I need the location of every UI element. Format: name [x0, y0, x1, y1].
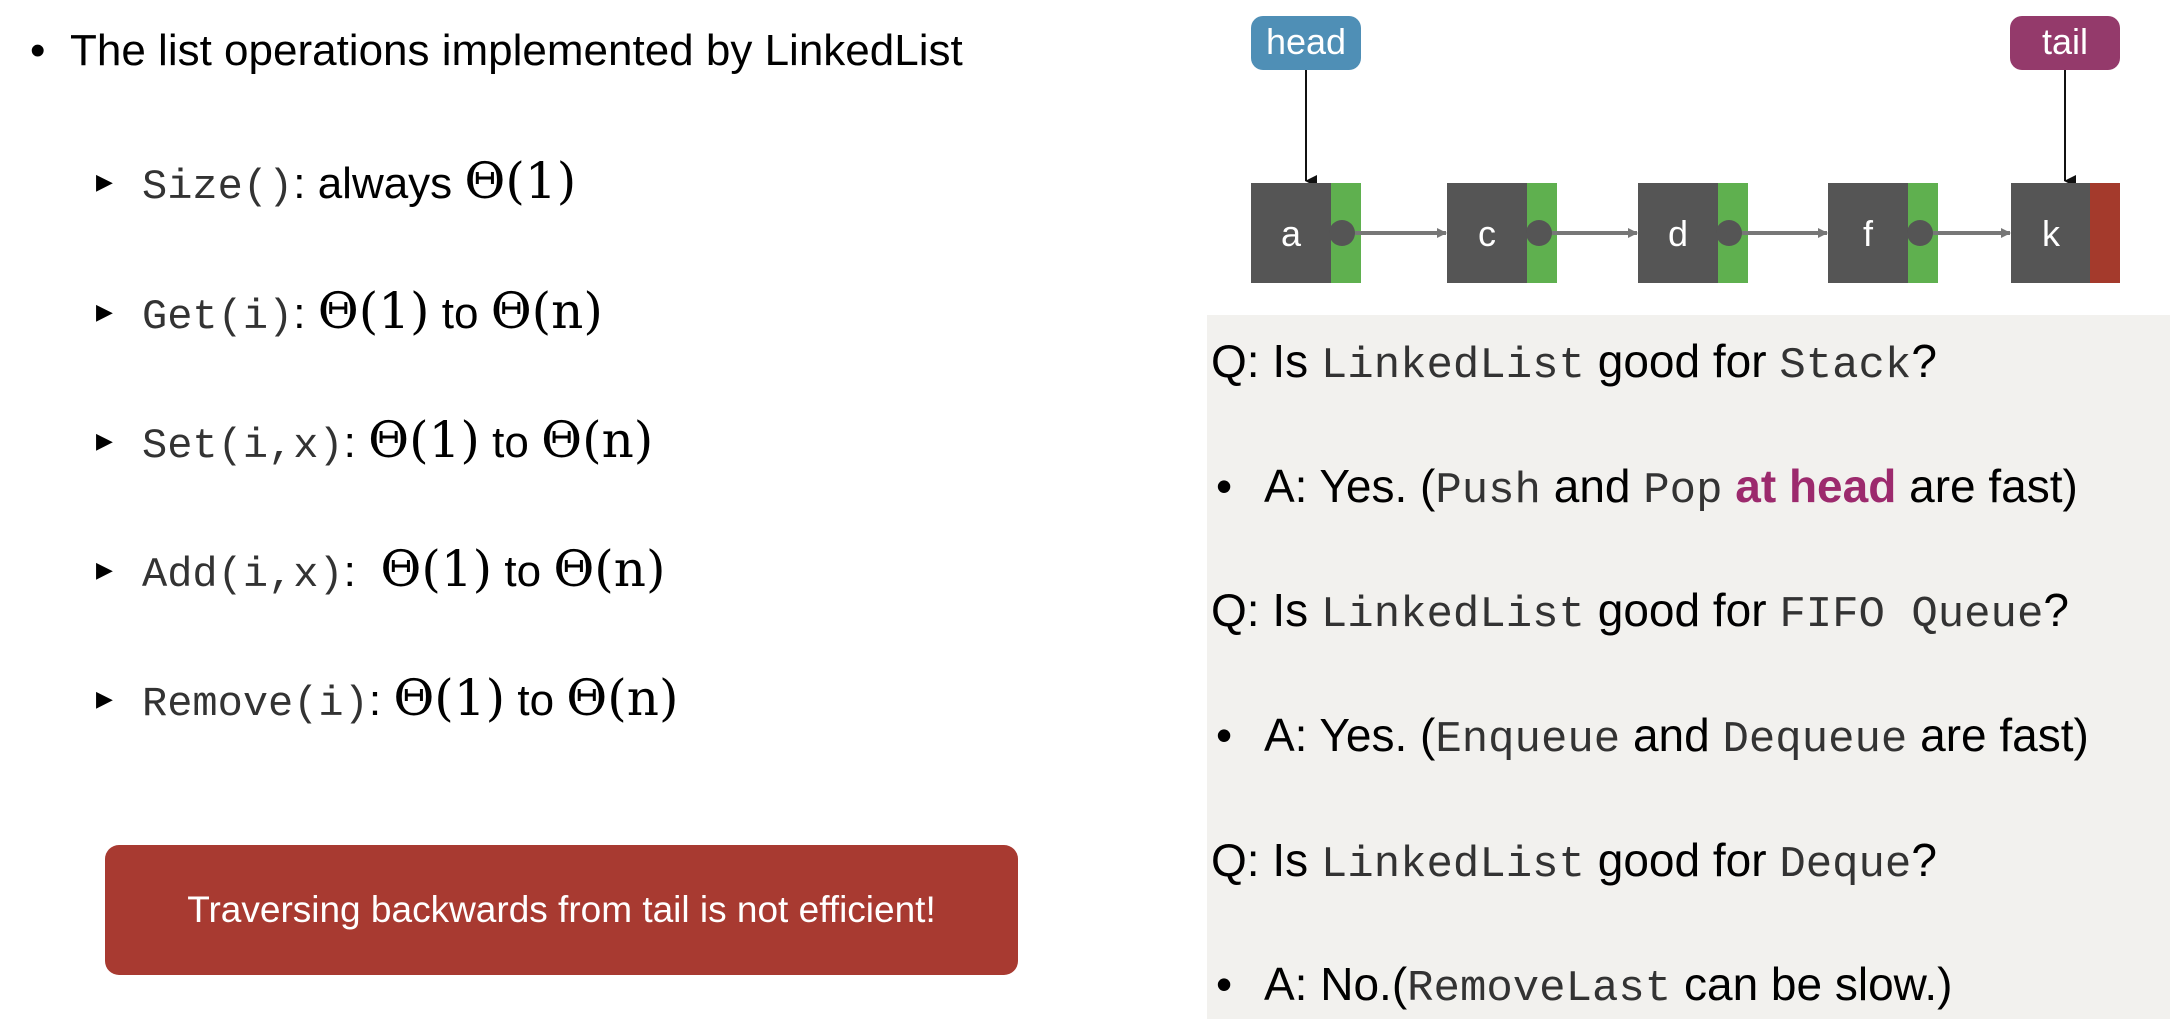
answer-deque: • A: No.(RemoveLast can be slow.) [1216, 958, 1953, 1014]
code-term: Dequeue [1722, 715, 1908, 765]
list-node: f [1828, 183, 1938, 283]
bullet-dot: • [1216, 958, 1233, 1010]
operation-remove: ▶ Remove(i): Θ(1) to Θ(n) [96, 669, 679, 728]
complexity-to: Θ(n) [566, 669, 679, 727]
next-pointer-dot [1329, 220, 1355, 246]
question-fifo-queue: Q: Is LinkedList good for FIFO Queue? [1211, 584, 2069, 640]
head-pointer: head [1251, 16, 1361, 187]
list-node-tail: k [2011, 183, 2120, 283]
next-pointer-dot [1907, 220, 1933, 246]
complexity-from: Θ(1) [393, 669, 506, 727]
bullet-dot: • [30, 26, 46, 75]
triangle-bullet-icon: ▶ [96, 557, 113, 583]
answer-stack: • A: Yes. (Push and Pop at head are fast) [1216, 460, 2078, 516]
node-value: d [1668, 213, 1688, 254]
operation-set: ▶ Set(i,x): Θ(1) to Θ(n) [96, 411, 654, 470]
complexity-from: Θ(1) [380, 540, 493, 598]
bullet-dot: • [1216, 460, 1233, 512]
main-bullet-text: The list operations implemented by Linke… [70, 26, 963, 75]
operation-code: Set(i,x) [142, 422, 344, 470]
callout-text: Traversing backwards from tail is not ef… [187, 889, 936, 930]
complexity-from: Θ(1) [317, 282, 430, 340]
node-null-box [2090, 183, 2120, 283]
operation-code: Remove(i) [142, 680, 369, 728]
operation-code: Add(i,x) [142, 551, 344, 599]
code-term: LinkedList [1320, 590, 1585, 640]
head-label: head [1266, 21, 1346, 62]
tail-label: tail [2042, 21, 2088, 62]
warning-callout: Traversing backwards from tail is not ef… [105, 845, 1018, 975]
list-node: c [1447, 183, 1557, 283]
complexity-from: Θ(1) [464, 152, 577, 210]
code-term: Stack [1779, 341, 1912, 391]
operation-size: ▶ Size(): always Θ(1) [96, 152, 577, 211]
linked-list-diagram: head tail a c d f k [1251, 16, 2120, 283]
triangle-bullet-icon: ▶ [96, 686, 113, 712]
code-term: LinkedList [1320, 840, 1585, 890]
code-term: Deque [1779, 840, 1912, 890]
qa-panel [1207, 315, 2170, 1019]
answer-fifo-queue: • A: Yes. (Enqueue and Dequeue are fast) [1216, 709, 2089, 765]
next-pointer-dot [1526, 220, 1552, 246]
question-stack: Q: Is LinkedList good for Stack? [1211, 335, 1937, 391]
triangle-bullet-icon: ▶ [96, 428, 113, 454]
complexity-from: Θ(1) [368, 411, 480, 469]
code-term: FIFO Queue [1779, 590, 2044, 640]
operation-add: ▶ Add(i,x): Θ(1) to Θ(n) [96, 540, 666, 599]
operation-code: Size() [142, 163, 294, 211]
list-node: d [1638, 183, 1748, 283]
main-bullet: • The list operations implemented by Link… [30, 26, 963, 76]
code-term: Pop [1643, 466, 1723, 516]
code-term: Enqueue [1435, 715, 1621, 765]
highlight-at-head: at head [1722, 460, 1897, 512]
code-term: RemoveLast [1407, 964, 1672, 1014]
next-pointer-dot [1716, 220, 1742, 246]
complexity-to: Θ(n) [541, 411, 654, 469]
tail-pointer: tail [2010, 16, 2120, 187]
triangle-bullet-icon: ▶ [96, 299, 113, 325]
node-value: a [1281, 213, 1302, 254]
complexity-to: Θ(n) [553, 540, 666, 598]
complexity-to: Θ(n) [490, 282, 603, 340]
node-value: k [2042, 213, 2061, 254]
code-term: Push [1435, 466, 1541, 516]
node-value: f [1863, 213, 1874, 254]
list-node: a [1251, 183, 1361, 283]
operation-get: ▶ Get(i): Θ(1) to Θ(n) [96, 282, 603, 341]
question-deque: Q: Is LinkedList good for Deque? [1211, 834, 1937, 890]
node-value: c [1478, 213, 1496, 254]
code-term: LinkedList [1320, 341, 1585, 391]
bullet-dot: • [1216, 709, 1233, 761]
operation-code: Get(i) [142, 293, 294, 341]
triangle-bullet-icon: ▶ [96, 169, 113, 195]
